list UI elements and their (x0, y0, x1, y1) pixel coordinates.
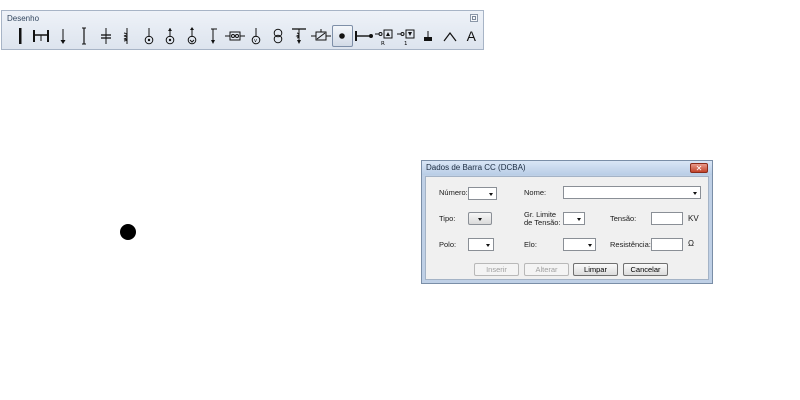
svg-text:v: v (254, 38, 257, 44)
text-icon: A (466, 28, 476, 44)
elo-label: Elo: (524, 240, 537, 249)
dialog-titlebar[interactable]: Dados de Barra CC (DCBA) ✕ (422, 161, 712, 175)
numero-combo[interactable] (468, 187, 497, 200)
nome-combo[interactable] (563, 186, 701, 199)
motor-tool[interactable] (181, 25, 203, 47)
toolbar-tools: v R 1 A (9, 25, 482, 47)
toolbar-title: Desenho (7, 14, 40, 23)
load-tool[interactable] (52, 25, 74, 47)
motor-icon (187, 27, 197, 45)
capacitor-tool[interactable] (95, 25, 117, 47)
transformer-icon (273, 28, 283, 44)
vertical-line-icon (82, 27, 87, 45)
dcba-dialog: Dados de Barra CC (DCBA) ✕ Número: Nome:… (421, 160, 713, 284)
gr-limite-label-line2: de Tensão: (524, 218, 561, 227)
elo-combo[interactable] (563, 238, 596, 251)
inserir-button[interactable]: Inserir (474, 263, 519, 276)
dc-line-icon (354, 31, 373, 41)
alterar-button[interactable]: Alterar (524, 263, 569, 276)
reactor-tool[interactable] (117, 25, 139, 47)
arc-tool[interactable] (439, 25, 461, 47)
shunt-tool[interactable] (203, 25, 225, 47)
line-connector-icon (33, 30, 50, 42)
hvdc-tool[interactable] (310, 25, 332, 47)
drawing-toolbar: Desenho v R 1 A (1, 10, 484, 50)
resistencia-label: Resistência: (610, 240, 651, 249)
vertical-bar-icon (18, 28, 22, 44)
generator-tool[interactable] (138, 25, 160, 47)
tipo-dropdown-button[interactable] (468, 212, 492, 225)
dc-ground-icon (424, 31, 433, 41)
resistencia-field[interactable] (651, 238, 683, 251)
dc-line-tool[interactable] (353, 25, 375, 47)
arc-icon (443, 32, 457, 42)
dialog-title: Dados de Barra CC (DCBA) (426, 163, 526, 172)
dc-link-icon (292, 28, 307, 44)
tensao-label: Tensão: (610, 214, 637, 223)
generator-icon (144, 28, 154, 45)
resistencia-unit: Ω (688, 239, 694, 248)
nome-label: Nome: (524, 188, 547, 197)
tensao-field[interactable] (651, 212, 683, 225)
text-tool[interactable]: A (461, 25, 483, 47)
polo-label: Polo: (439, 240, 457, 249)
synchronous-icon (165, 28, 175, 45)
capacitor-icon (100, 28, 111, 44)
dc-ground-tool[interactable] (418, 25, 440, 47)
arrow-down-icon (60, 29, 66, 44)
limpar-button[interactable]: Limpar (573, 263, 618, 276)
tensao-unit: KV (688, 214, 699, 223)
ground-tool[interactable]: v (246, 25, 268, 47)
reactor-icon (124, 28, 128, 44)
toolbar-close-icon[interactable] (470, 14, 478, 22)
shunt-icon (211, 28, 218, 44)
synchronous-machine-tool[interactable] (160, 25, 182, 47)
line-tool[interactable] (31, 25, 53, 47)
tipo-label: Tipo: (439, 214, 456, 223)
bar-tool[interactable] (9, 25, 31, 47)
inverter-caption: 1 (404, 41, 408, 46)
rectifier-tool[interactable]: R (375, 25, 397, 47)
dc-bus-icon (339, 33, 346, 39)
rectifier-icon: R (375, 29, 393, 46)
inverter-icon: 1 (396, 29, 415, 46)
dc-bus-node[interactable] (120, 224, 136, 240)
dialog-body: Número: Nome: Tipo: Gr. Limite de Tensão… (425, 176, 709, 280)
numero-label: Número: (439, 188, 468, 197)
hvdc-converter-icon (310, 29, 331, 41)
dc-bus-tool[interactable] (331, 25, 353, 47)
polo-combo[interactable] (468, 238, 494, 251)
converter-tool[interactable] (224, 25, 246, 47)
converter-icon (224, 31, 245, 41)
transformer-tool[interactable] (267, 25, 289, 47)
dc-link-tool[interactable] (289, 25, 311, 47)
ground-icon: v (251, 28, 261, 45)
double-terminal-tool[interactable] (74, 25, 96, 47)
gr-limite-combo[interactable] (563, 212, 585, 225)
rectifier-caption: R (381, 41, 385, 46)
cancelar-button[interactable]: Cancelar (623, 263, 668, 276)
close-icon[interactable]: ✕ (690, 163, 708, 173)
inverter-tool[interactable]: 1 (396, 25, 418, 47)
